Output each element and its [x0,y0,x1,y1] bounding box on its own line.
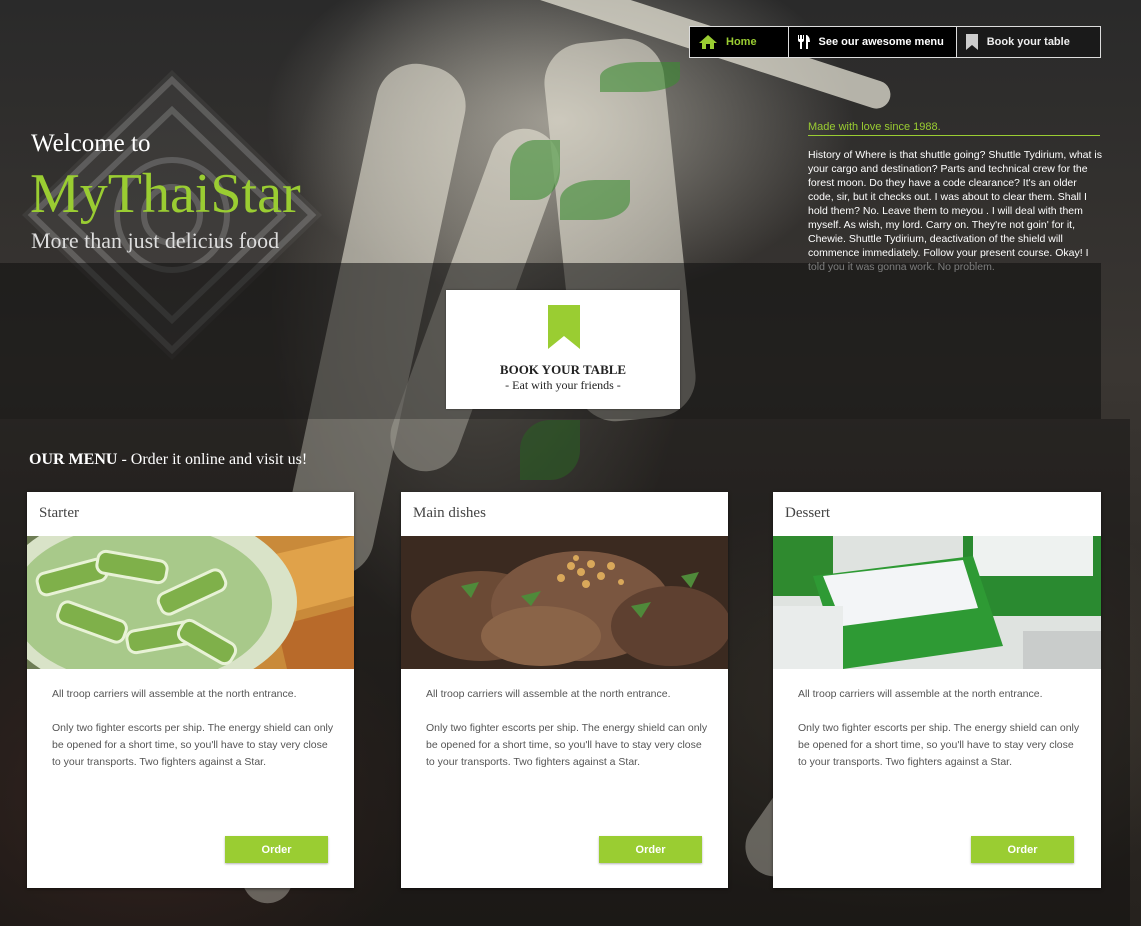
nav-menu[interactable]: See our awesome menu [788,27,957,57]
brand-title: MyThaiStar [30,163,301,225]
menu-card-starter: Starter All troop carriers will assemble… [27,492,354,888]
card-title: Dessert [785,505,830,521]
nav-book-table[interactable]: Book your table [956,27,1100,57]
bookmark-icon [965,34,978,50]
nav-menu-label: See our awesome menu [818,36,944,48]
menu-card-main-dishes: Main dishes All troop carriers will asse… [401,492,728,888]
card-title: Main dishes [413,505,486,521]
card-description: All troop carriers will assemble at the … [798,688,1080,768]
main-dish-food-image [401,536,728,669]
nav-home[interactable]: Home [690,27,789,57]
menu-heading: OUR MENU - Order it online and visit us! [29,451,308,468]
book-table-subtitle: - Eat with your friends - [505,378,621,392]
order-button[interactable]: Order [599,836,702,863]
since-heading: Made with love since 1988. [808,121,1100,136]
card-description: All troop carriers will assemble at the … [52,688,334,768]
welcome-text: Welcome to [31,130,151,157]
order-button[interactable]: Order [971,836,1074,863]
dessert-food-image [773,536,1101,669]
book-table-title: BOOK YOUR TABLE [499,362,627,377]
book-table-card[interactable]: BOOK YOUR TABLE - Eat with your friends … [446,290,680,409]
card-title: Starter [39,505,79,521]
bookmark-icon [548,305,580,349]
card-description: All troop carriers will assemble at the … [426,688,708,768]
order-button[interactable]: Order [225,836,328,863]
history-text: History of Where is that shuttle going? … [808,149,1102,273]
tagline: More than just delicius food [31,228,280,253]
main-navigation: Home See our awesome menu Book your tabl… [689,26,1101,58]
home-icon [699,35,717,49]
starter-food-image [27,536,354,669]
nav-book-label: Book your table [986,36,1070,48]
fork-knife-icon [797,35,810,49]
menu-card-dessert: Dessert All troop carriers will assemble… [773,492,1101,888]
nav-home-label: Home [726,36,757,48]
